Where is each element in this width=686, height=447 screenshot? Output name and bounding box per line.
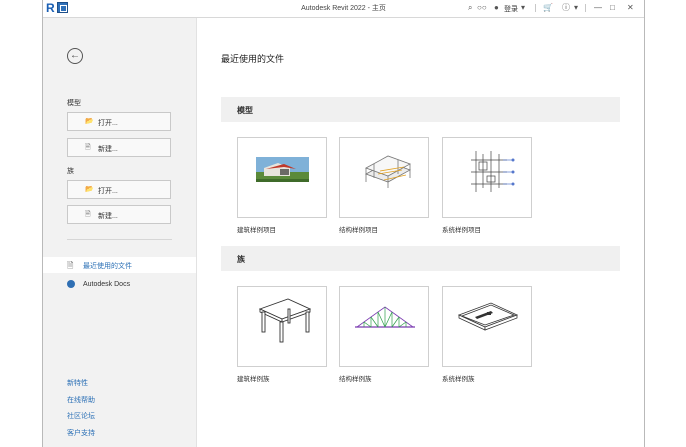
- back-button[interactable]: ←: [67, 48, 83, 64]
- link-online-help[interactable]: 在线帮助: [67, 395, 95, 405]
- nav-docs-label: Autodesk Docs: [83, 281, 131, 288]
- card-label: 建筑样例族: [237, 376, 270, 383]
- architecture-rendering-thumbnail: [256, 157, 309, 182]
- families-section-label: 族: [237, 255, 245, 264]
- folder-open-icon: 📂: [85, 118, 94, 125]
- card-label: 系统样例项目: [442, 227, 481, 234]
- card-architectural-sample-family[interactable]: [237, 286, 327, 367]
- recent-files-icon: 🗎: [67, 261, 74, 270]
- models-new-button[interactable]: 🗎 新建...: [67, 138, 171, 157]
- new-file-icon: 🗎: [85, 211, 91, 218]
- card-structural-sample-family[interactable]: [339, 286, 429, 367]
- maximize-icon[interactable]: □: [610, 3, 615, 13]
- revit-window: R Autodesk Revit 2022 - 主页 ⌕ ○○ ● 登录 ▾ 🛒…: [42, 0, 645, 447]
- families-open-button[interactable]: 📂 打开...: [67, 180, 171, 199]
- sidebar: ← 模型 📂 打开... 🗎 新建... 族 📂 打开... 🗎 新建... 🗎…: [43, 18, 197, 447]
- table-thumbnail: [258, 298, 312, 343]
- families-new-label: 新建...: [98, 213, 118, 220]
- sidebar-divider: [67, 239, 172, 240]
- new-file-icon: 🗎: [85, 144, 91, 151]
- toolbar-divider: [535, 4, 536, 12]
- link-customer-support[interactable]: 客户支持: [67, 428, 95, 438]
- models-open-label: 打开...: [98, 120, 118, 127]
- chevron-down-icon[interactable]: ▾: [521, 3, 525, 13]
- folder-open-icon: 📂: [85, 186, 94, 193]
- models-new-label: 新建...: [98, 146, 118, 153]
- nav-recent-label: 最近使用的文件: [83, 263, 132, 270]
- truss-thumbnail: [355, 306, 415, 328]
- binoculars-icon[interactable]: ○○: [477, 3, 487, 13]
- card-label: 结构样例族: [339, 376, 372, 383]
- nav-autodesk-docs[interactable]: Autodesk Docs: [43, 277, 196, 293]
- toolbar-divider: [585, 4, 586, 12]
- models-heading: 模型: [67, 100, 81, 107]
- link-whats-new[interactable]: 新特性: [67, 378, 88, 388]
- families-new-button[interactable]: 🗎 新建...: [67, 205, 171, 224]
- search-icon[interactable]: ⌕: [468, 3, 472, 13]
- help-icon[interactable]: ⓘ: [562, 3, 570, 13]
- card-systems-sample-project[interactable]: [442, 137, 532, 218]
- models-open-button[interactable]: 📂 打开...: [67, 112, 171, 131]
- sign-in-button[interactable]: 登录: [504, 4, 518, 14]
- title-bar: R Autodesk Revit 2022 - 主页 ⌕ ○○ ● 登录 ▾ 🛒…: [43, 0, 644, 18]
- main-content: 最近使用的文件 模型 建筑样例项目 结构样例项目 系统样例项目 族 建筑样例族 …: [197, 18, 644, 447]
- panel-equipment-thumbnail: [457, 302, 519, 331]
- close-icon[interactable]: ✕: [627, 3, 634, 13]
- card-systems-sample-family[interactable]: [442, 286, 532, 367]
- models-section-header: 模型: [221, 97, 620, 122]
- help-chevron-down-icon[interactable]: ▾: [574, 3, 578, 13]
- user-icon[interactable]: ●: [494, 3, 499, 13]
- card-label: 结构样例项目: [339, 227, 378, 234]
- card-architectural-sample-project[interactable]: [237, 137, 327, 218]
- card-structural-sample-project[interactable]: [339, 137, 429, 218]
- families-heading: 族: [67, 168, 74, 175]
- minimize-icon[interactable]: —: [594, 3, 602, 13]
- card-label: 系统样例族: [442, 376, 475, 383]
- families-section-header: 族: [221, 246, 620, 271]
- structure-frame-thumbnail: [365, 155, 411, 188]
- card-label: 建筑样例项目: [237, 227, 276, 234]
- window-title: Autodesk Revit 2022 - 主页: [301, 5, 386, 12]
- page-title: 最近使用的文件: [221, 54, 285, 64]
- link-community-forum[interactable]: 社区论坛: [67, 411, 95, 421]
- globe-icon: [67, 280, 75, 288]
- nav-recent-files[interactable]: 🗎 最近使用的文件: [43, 257, 196, 273]
- families-open-label: 打开...: [98, 188, 118, 195]
- cart-icon[interactable]: 🛒: [543, 3, 553, 13]
- models-section-label: 模型: [237, 106, 253, 115]
- systems-diagram-thumbnail: [471, 151, 515, 192]
